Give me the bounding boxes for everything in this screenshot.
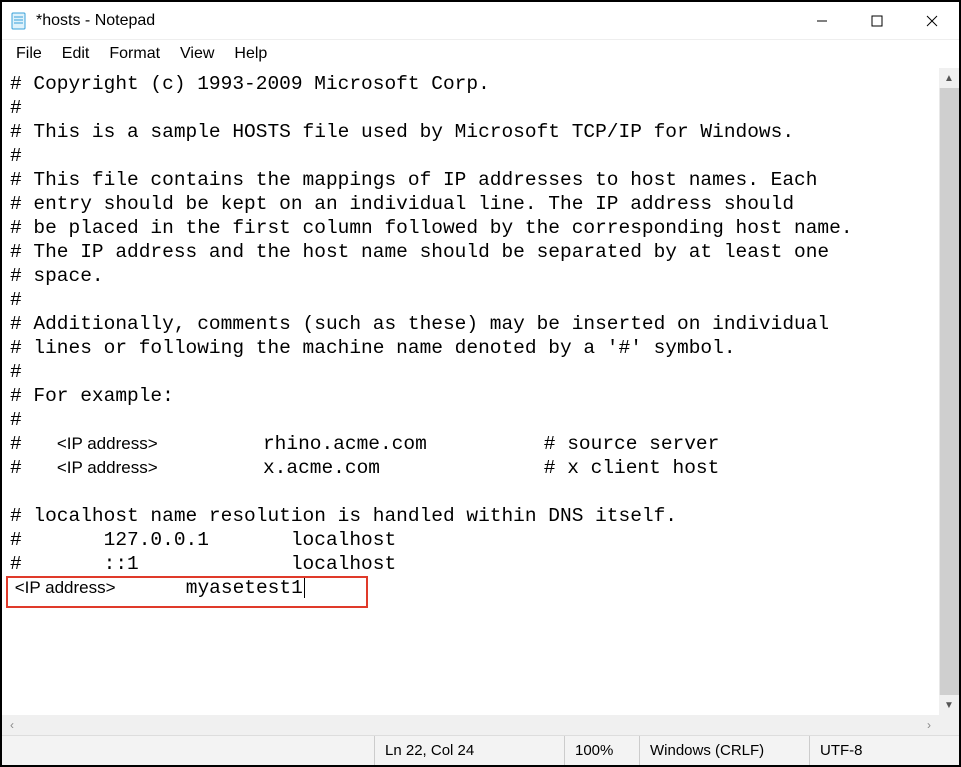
- text-editor[interactable]: # Copyright (c) 1993-2009 Microsoft Corp…: [2, 68, 939, 715]
- close-button[interactable]: [904, 2, 959, 39]
- editor-line: # <IP address> rhino.acme.com # source s…: [10, 433, 719, 455]
- editor-line: #: [10, 409, 22, 431]
- editor-line: # ::1 localhost: [10, 553, 396, 575]
- status-position: Ln 22, Col 24: [374, 736, 564, 765]
- editor-line: # This file contains the mappings of IP …: [10, 169, 817, 191]
- status-encoding: UTF-8: [809, 736, 959, 765]
- minimize-button[interactable]: [794, 2, 849, 39]
- scroll-up-arrow-icon[interactable]: ▲: [939, 68, 959, 88]
- scroll-track-h[interactable]: [22, 715, 919, 735]
- scroll-track[interactable]: [939, 88, 959, 695]
- editor-line: # <IP address> x.acme.com # x client hos…: [10, 457, 719, 479]
- menu-format[interactable]: Format: [101, 43, 168, 65]
- scroll-down-arrow-icon[interactable]: ▼: [939, 695, 959, 715]
- editor-line: # 127.0.0.1 localhost: [10, 529, 396, 551]
- editor-line: # Additionally, comments (such as these)…: [10, 313, 829, 335]
- content-area: # Copyright (c) 1993-2009 Microsoft Corp…: [2, 68, 959, 715]
- titlebar[interactable]: *hosts - Notepad: [2, 2, 959, 40]
- editor-line: #: [10, 145, 22, 167]
- editor-line: # space.: [10, 265, 104, 287]
- menu-help[interactable]: Help: [226, 43, 275, 65]
- menubar: File Edit Format View Help: [2, 40, 959, 68]
- editor-line: # The IP address and the host name shoul…: [10, 241, 829, 263]
- status-line-ending: Windows (CRLF): [639, 736, 809, 765]
- status-zoom: 100%: [564, 736, 639, 765]
- notepad-icon: [10, 12, 28, 30]
- window-controls: [794, 2, 959, 39]
- editor-line: # localhost name resolution is handled w…: [10, 505, 677, 527]
- ip-placeholder: <IP address>: [10, 578, 116, 597]
- scroll-corner: [939, 715, 959, 735]
- menu-edit[interactable]: Edit: [54, 43, 98, 65]
- ip-placeholder: <IP address>: [57, 458, 158, 477]
- editor-line: # lines or following the machine name de…: [10, 337, 736, 359]
- scroll-left-arrow-icon[interactable]: ‹: [2, 715, 22, 735]
- vertical-scrollbar[interactable]: ▲ ▼: [939, 68, 959, 715]
- menu-file[interactable]: File: [8, 43, 50, 65]
- editor-line: #: [10, 289, 22, 311]
- editor-entry-line: <IP address> myasetest1: [10, 577, 305, 599]
- editor-line: # This is a sample HOSTS file used by Mi…: [10, 121, 794, 143]
- statusbar: Ln 22, Col 24 100% Windows (CRLF) UTF-8: [2, 735, 959, 765]
- text-caret: [304, 578, 305, 598]
- editor-line: # be placed in the first column followed…: [10, 217, 853, 239]
- window-title: *hosts - Notepad: [36, 12, 155, 30]
- editor-line: # For example:: [10, 385, 174, 407]
- scroll-right-arrow-icon[interactable]: ›: [919, 715, 939, 735]
- ip-placeholder: <IP address>: [57, 434, 158, 453]
- menu-view[interactable]: View: [172, 43, 222, 65]
- editor-line: #: [10, 361, 22, 383]
- editor-line: #: [10, 97, 22, 119]
- horizontal-scrollbar[interactable]: ‹ ›: [2, 715, 959, 735]
- editor-line: # Copyright (c) 1993-2009 Microsoft Corp…: [10, 73, 490, 95]
- maximize-button[interactable]: [849, 2, 904, 39]
- editor-line: # entry should be kept on an individual …: [10, 193, 794, 215]
